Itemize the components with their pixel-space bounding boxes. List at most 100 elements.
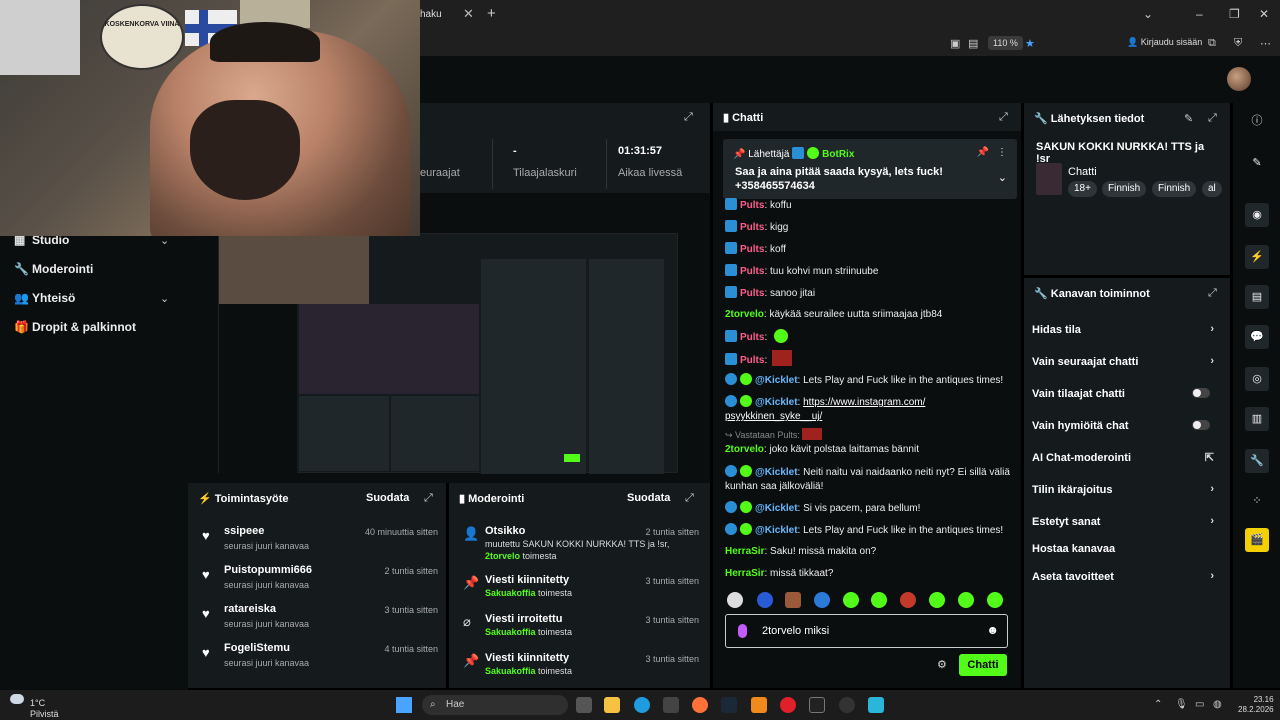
more-icon[interactable]: ⋯ [1260, 37, 1271, 50]
gear-icon[interactable]: ⚙ [937, 658, 947, 671]
zoom-level[interactable]: 110 % [988, 36, 1023, 50]
maximize-icon[interactable]: ❐ [1229, 7, 1240, 21]
notepad-icon[interactable] [868, 697, 884, 713]
lightning-icon[interactable]: ⚡ [1245, 245, 1269, 269]
emote-icon[interactable] [929, 592, 945, 608]
chat-input[interactable]: 2torvelo miksi ☻ [725, 614, 1008, 648]
emote-only-toggle[interactable] [1192, 420, 1210, 430]
apps-icon[interactable]: ⁘ [1245, 489, 1269, 513]
chat-username[interactable]: @Kicklet [755, 467, 798, 478]
stream-tag[interactable]: Finnish [1152, 181, 1197, 197]
sidebar-item-community[interactable]: 👥 Yhteisö [14, 291, 75, 305]
sidebar-item-moderation[interactable]: 🔧 Moderointi [14, 262, 93, 276]
favorite-star-icon[interactable]: ★ [1025, 37, 1035, 50]
chat-username[interactable]: Pults [740, 244, 764, 255]
layout-icon[interactable]: ▥ [1245, 407, 1269, 431]
weather-widget[interactable]: 1°C Pilvistä [10, 694, 59, 720]
tab-list-icon[interactable]: ⌄ [1143, 7, 1153, 21]
action-ai-moderation[interactable]: AI Chat-moderointi ⇱ [1032, 452, 1218, 464]
chat-username[interactable]: @Kicklet [755, 397, 798, 408]
chat-username[interactable]: Pults [740, 332, 764, 343]
broadcast-icon[interactable]: ◎ [1245, 367, 1269, 391]
mod-user[interactable]: Sakuakoffia [485, 666, 536, 676]
more-icon[interactable]: ⋮ [997, 147, 1007, 158]
stream-tag[interactable]: Finnish [1102, 181, 1147, 197]
firefox-icon[interactable] [692, 697, 708, 713]
shield-icon[interactable]: ⛨ [1234, 37, 1242, 50]
emote-icon[interactable] [958, 592, 974, 608]
unpin-icon[interactable]: 📌 [977, 147, 989, 158]
emote-icon[interactable] [785, 592, 801, 608]
taskbar-search[interactable]: ⌕ Hae [422, 695, 568, 715]
network-icon[interactable]: ◍ [1213, 699, 1222, 710]
emote-icon[interactable] [757, 592, 773, 608]
action-blocked-words[interactable]: Estetyt sanat › [1032, 515, 1218, 528]
tab-title[interactable]: haku [420, 9, 442, 20]
login-button[interactable]: 👤 Kirjaudu sisään [1127, 37, 1202, 48]
chat-bubble-icon[interactable]: 💬 [1245, 325, 1269, 349]
stream-preview[interactable] [188, 193, 710, 483]
emote-icon[interactable] [814, 592, 830, 608]
steam-icon[interactable] [721, 697, 737, 713]
chat-username[interactable]: Pults [740, 222, 764, 233]
vlc-icon[interactable] [751, 697, 767, 713]
obs-icon[interactable] [839, 697, 855, 713]
send-chat-button[interactable]: Chatti [959, 654, 1007, 676]
emoji-icon[interactable]: ☻ [986, 623, 999, 637]
activity-filter-button[interactable]: Suodata [366, 492, 409, 504]
chat-username[interactable]: @Kicklet [755, 525, 798, 536]
minimize-icon[interactable]: – [1196, 7, 1203, 21]
stream-category[interactable]: Chatti [1068, 166, 1097, 178]
chat-username[interactable]: HerraSir [725, 568, 764, 579]
activity-user[interactable]: ratareiska [224, 603, 276, 615]
camera-icon[interactable]: ◉ [1245, 203, 1269, 227]
activity-user[interactable]: Puistopummi666 [224, 564, 312, 576]
task-view-icon[interactable] [576, 697, 592, 713]
microphone-icon[interactable] [738, 624, 747, 638]
new-tab-icon[interactable]: + [487, 5, 496, 22]
display-icon[interactable]: ▭ [1195, 699, 1204, 710]
edge-icon[interactable] [634, 697, 650, 713]
action-host-channel[interactable]: Hostaa kanavaa [1032, 543, 1218, 555]
activity-user[interactable]: FogeliStemu [224, 642, 290, 654]
action-slow-mode[interactable]: Hidas tila › [1032, 323, 1218, 336]
mod-user[interactable]: 2torvelo [485, 551, 520, 561]
expand-icon[interactable]: ⤢ [684, 111, 693, 124]
clapperboard-icon[interactable]: 🎬 [1245, 528, 1269, 552]
emote-icon[interactable] [900, 592, 916, 608]
action-set-goals[interactable]: Aseta tavoitteet › [1032, 570, 1218, 583]
activity-user[interactable]: ssipeee [224, 525, 264, 537]
edit-icon[interactable]: ✎ [1184, 112, 1193, 125]
pencil-icon[interactable]: ✎ [1245, 151, 1269, 175]
chat-username[interactable]: HerraSir [725, 546, 764, 557]
emote-icon[interactable] [843, 592, 859, 608]
microphone-icon[interactable]: 🎙 [1175, 699, 1188, 710]
moderation-filter-button[interactable]: Suodata [627, 492, 670, 504]
mod-user[interactable]: Sakuakoffia [485, 627, 536, 637]
action-followers-only[interactable]: Vain seuraajat chatti › [1032, 355, 1218, 368]
expand-icon[interactable]: ⤢ [999, 111, 1008, 124]
file-explorer-icon[interactable] [604, 697, 620, 713]
stream-tag[interactable]: 18+ [1068, 181, 1097, 197]
pinned-sender[interactable]: BotRix [822, 149, 854, 160]
expand-icon[interactable]: ⤢ [424, 492, 433, 505]
chat-username[interactable]: 2torvelo [725, 444, 764, 455]
taskbar-clock[interactable]: 23.16 28.2.2026 [1238, 695, 1274, 716]
screenshot-icon[interactable]: ▣ [950, 37, 960, 50]
action-age-restriction[interactable]: Tilin ikärajoitus › [1032, 483, 1218, 496]
avatar[interactable] [1227, 67, 1251, 91]
windows-start-icon[interactable] [396, 697, 412, 713]
emote-icon[interactable] [871, 592, 887, 608]
expand-icon[interactable]: ⤢ [685, 492, 694, 505]
chevron-down-icon[interactable]: ⌄ [160, 292, 169, 305]
emote-icon[interactable] [987, 592, 1003, 608]
expand-icon[interactable]: ⤢ [1208, 287, 1217, 300]
store-icon[interactable] [663, 697, 679, 713]
chat-username[interactable]: Pults [740, 200, 764, 211]
emote-icon[interactable] [727, 592, 743, 608]
window-close-icon[interactable]: ✕ [1259, 7, 1269, 21]
info-icon[interactable]: ⓘ [1245, 109, 1269, 133]
sidebar-item-drops[interactable]: 🎁 Dropit & palkinnot [14, 320, 136, 334]
terminal-icon[interactable] [809, 697, 825, 713]
document-icon[interactable]: ▤ [1245, 285, 1269, 309]
